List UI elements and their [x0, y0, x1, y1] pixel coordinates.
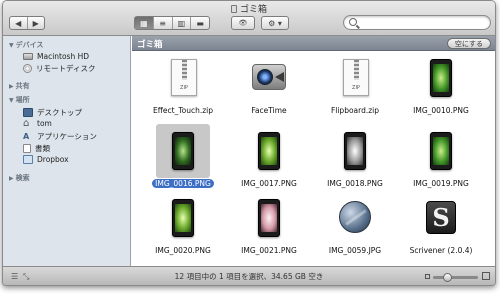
desktop-icon [23, 108, 33, 117]
status-bar: ☰ ⤡ 12 項目中の 1 項目を選択、34.65 GB 空き [3, 266, 495, 285]
search-input[interactable] [360, 17, 486, 28]
forward-arrow-icon: ▶ [32, 18, 39, 28]
sidebar-section-shared[interactable]: ▶ 共有 [9, 81, 30, 91]
finder-window: ゴミ箱 ◀ ▶ ▦ ≡ ▥ ▬ 👁 ⚙ ▾ ▼ デバイス Macintosh HD… [2, 0, 496, 286]
sidebar-item-applications[interactable]: アプリケーション [23, 131, 97, 142]
file-browser: ゴミ箱 空にする ZIP Effect_Touch.zip FaceTime Z… [132, 36, 495, 266]
quicklook-button[interactable]: 👁 [231, 16, 255, 30]
file-name: IMG_0021.PNG [241, 246, 297, 255]
coverflow-view-icon: ▬ [196, 18, 204, 28]
image-thumbnail-icon [163, 198, 203, 238]
search-field[interactable] [343, 15, 491, 30]
trash-icon [230, 5, 237, 13]
action-menu-button[interactable]: ⚙ ▾ [261, 16, 289, 30]
zip-archive-icon: ZIP [163, 58, 203, 98]
list-view-button[interactable]: ≡ [154, 17, 173, 29]
file-item[interactable]: IMG_0021.PNG [226, 198, 312, 257]
file-name: IMG_0020.PNG [155, 246, 211, 255]
view-switcher: ▦ ≡ ▥ ▬ [134, 16, 210, 30]
file-item[interactable]: IMG_0019.PNG [398, 131, 484, 190]
nav-buttons: ◀ ▶ [9, 16, 45, 30]
documents-icon [23, 144, 31, 153]
back-button[interactable]: ◀ [10, 17, 28, 29]
disclosure-down-icon: ▼ [9, 42, 14, 49]
folder-title: ゴミ箱 [137, 40, 163, 50]
window-title: ゴミ箱 [3, 2, 495, 15]
sidebar-item-macintosh-hd[interactable]: Macintosh HD [23, 52, 89, 61]
image-thumbnail-icon [421, 58, 461, 98]
icon-view-icon: ▦ [140, 18, 148, 28]
sidebar-section-places[interactable]: ▼ 場所 [9, 95, 30, 105]
search-icon [349, 18, 357, 26]
file-item[interactable]: IMG_0059.JPG [312, 198, 398, 257]
empty-trash-button[interactable]: 空にする [446, 38, 491, 49]
column-view-icon: ▥ [177, 18, 186, 28]
forward-button[interactable]: ▶ [28, 17, 45, 29]
slider-knob[interactable] [443, 273, 452, 282]
file-name: IMG_0017.PNG [241, 179, 297, 188]
image-thumbnail-icon [249, 131, 289, 171]
sidebar: ▼ デバイス Macintosh HD リモートディスク ▶ 共有 ▼ 場所 デスクト… [3, 36, 131, 266]
disclosure-right-icon: ▶ [9, 83, 14, 90]
list-view-icon: ≡ [159, 18, 166, 28]
small-icon-size-icon [425, 274, 430, 279]
sidebar-item-documents[interactable]: 書類 [23, 143, 50, 154]
file-item[interactable]: ZIP Effect_Touch.zip [140, 58, 226, 117]
file-name: IMG_0059.JPG [328, 246, 382, 255]
sidebar-item-remote-disc[interactable]: リモートディスク [23, 63, 95, 74]
large-icon-size-icon [482, 272, 490, 280]
image-thumbnail-icon [421, 131, 461, 171]
status-text: 12 項目中の 1 項目を選択、34.65 GB 空き [174, 272, 324, 281]
coverflow-view-button[interactable]: ▬ [191, 17, 209, 29]
disc-icon [23, 64, 32, 73]
home-icon [23, 119, 33, 128]
path-bar: ゴミ箱 空にする [132, 36, 495, 51]
file-item[interactable]: S Scrivener (2.0.4) [398, 198, 484, 257]
gear-icon: ⚙ ▾ [268, 18, 282, 28]
toolbar: ゴミ箱 ◀ ▶ ▦ ≡ ▥ ▬ 👁 ⚙ ▾ [3, 1, 495, 36]
file-item[interactable]: IMG_0020.PNG [140, 198, 226, 257]
file-item[interactable]: ZIP Flipboard.zip [312, 58, 398, 117]
image-thumbnail-icon [335, 198, 375, 238]
icon-size-slider[interactable] [433, 273, 478, 282]
eye-icon: 👁 [238, 19, 248, 27]
sidebar-item-desktop[interactable]: デスクトップ [23, 107, 82, 118]
file-name: IMG_0019.PNG [413, 179, 469, 188]
file-name: Scrivener (2.0.4) [409, 246, 473, 255]
sidebar-item-home[interactable]: tom [23, 119, 52, 128]
disclosure-down-icon: ▼ [9, 97, 14, 104]
image-thumbnail-icon [249, 198, 289, 238]
file-name: FaceTime [251, 106, 287, 115]
file-name: Flipboard.zip [330, 106, 380, 115]
scrivener-app-icon: S [421, 198, 461, 238]
image-thumbnail-icon [156, 124, 210, 178]
sidebar-section-search[interactable]: ▶ 検索 [9, 173, 30, 183]
hard-disk-icon [23, 53, 33, 60]
file-item[interactable]: IMG_0016.PNG [140, 124, 226, 190]
column-view-button[interactable]: ▥ [173, 17, 192, 29]
file-item[interactable]: IMG_0018.PNG [312, 131, 398, 190]
applications-icon [23, 132, 33, 141]
file-item[interactable]: IMG_0010.PNG [398, 58, 484, 117]
file-item[interactable]: IMG_0017.PNG [226, 131, 312, 190]
file-name: IMG_0018.PNG [327, 179, 383, 188]
file-item[interactable]: FaceTime [226, 58, 312, 117]
sidebar-item-dropbox[interactable]: Dropbox [23, 155, 69, 164]
facetime-app-icon [249, 58, 289, 98]
disclosure-right-icon: ▶ [9, 175, 14, 182]
file-name: Effect_Touch.zip [152, 106, 214, 115]
zip-archive-icon: ZIP [335, 58, 375, 98]
back-arrow-icon: ◀ [15, 18, 22, 28]
sidebar-section-devices[interactable]: ▼ デバイス [9, 40, 43, 50]
image-thumbnail-icon [335, 131, 375, 171]
dropbox-folder-icon [23, 155, 33, 164]
file-name: IMG_0016.PNG [152, 179, 214, 188]
icon-view-button[interactable]: ▦ [135, 17, 154, 29]
file-name: IMG_0010.PNG [413, 106, 469, 115]
